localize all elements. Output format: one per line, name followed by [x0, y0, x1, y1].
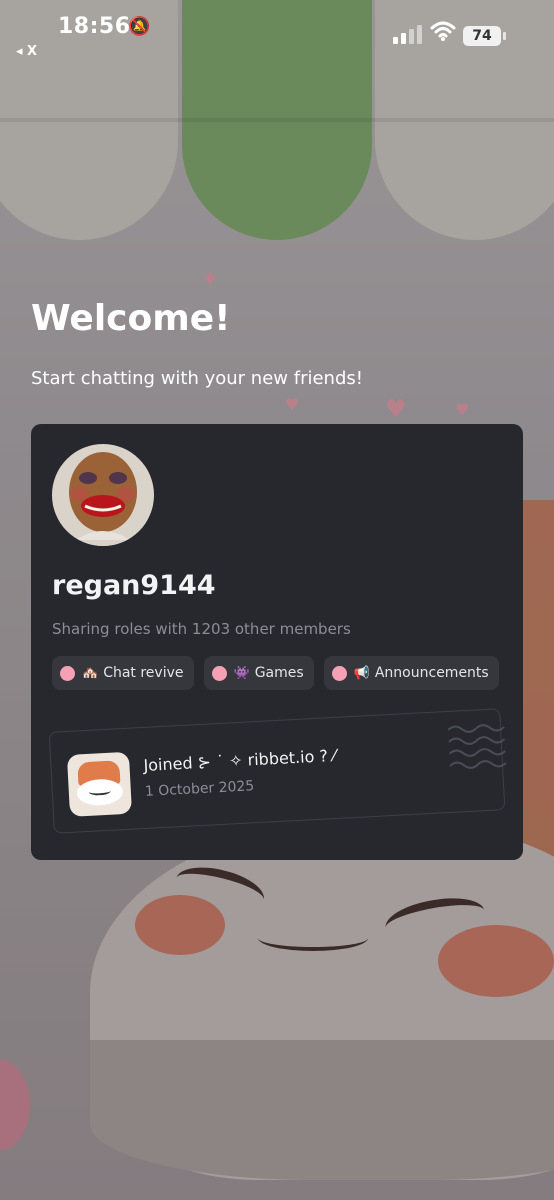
star-decoration-icon: ✦: [200, 265, 221, 293]
bell-muted-icon: 🔕: [128, 16, 151, 37]
wavy-lines-decoration-icon: [447, 724, 507, 769]
role-label: Games: [254, 665, 304, 681]
joined-date: 1 October 2025: [144, 778, 255, 800]
role-color-dot: [211, 665, 227, 681]
role-label: Announcements: [374, 665, 489, 681]
role-chip-announcements[interactable]: 📢 Announcements: [323, 656, 499, 690]
status-bar: 18:56 🔕 ◂ X 74: [0, 0, 554, 60]
wifi-icon: [430, 21, 456, 41]
username: regan9144: [52, 570, 216, 601]
member-profile-card: regan9144 Sharing roles with 1203 other …: [31, 424, 523, 860]
back-to-app-button[interactable]: ◂ X: [16, 44, 37, 59]
server-icon: [66, 751, 133, 817]
battery-indicator: 74: [463, 26, 506, 46]
welcome-subtitle: Start chatting with your new friends!: [31, 368, 363, 389]
cellular-signal-icon: [393, 22, 423, 44]
role-list: 🏘️ Chat revive 👾 Games 📢 Announcements: [52, 656, 499, 690]
role-color-dot: [60, 665, 75, 681]
role-label: Chat revive: [103, 665, 184, 681]
role-chip-games[interactable]: 👾 Games: [203, 656, 314, 690]
heart-decoration-icon: ♥: [455, 400, 470, 419]
role-color-dot: [331, 665, 347, 681]
joined-server-name: Joined ⊱ ˙ ✧ ribbet.io ? ⁄: [143, 745, 337, 775]
house-emoji-icon: 🏘️: [82, 665, 99, 681]
shared-roles-count: Sharing roles with 1203 other members: [52, 620, 351, 638]
status-time: 18:56: [58, 14, 131, 39]
megaphone-emoji-icon: 📢: [353, 665, 370, 681]
heart-decoration-icon: ♥: [285, 395, 300, 414]
role-chip-chat-revive[interactable]: 🏘️ Chat revive: [52, 656, 194, 690]
joined-server-ticket: Joined ⊱ ˙ ✧ ribbet.io ? ⁄ 1 October 202…: [48, 708, 507, 834]
game-emoji-icon: 👾: [233, 665, 250, 681]
welcome-title: Welcome!: [31, 298, 231, 339]
heart-decoration-icon: ♥: [385, 395, 407, 423]
avatar[interactable]: [52, 444, 154, 546]
